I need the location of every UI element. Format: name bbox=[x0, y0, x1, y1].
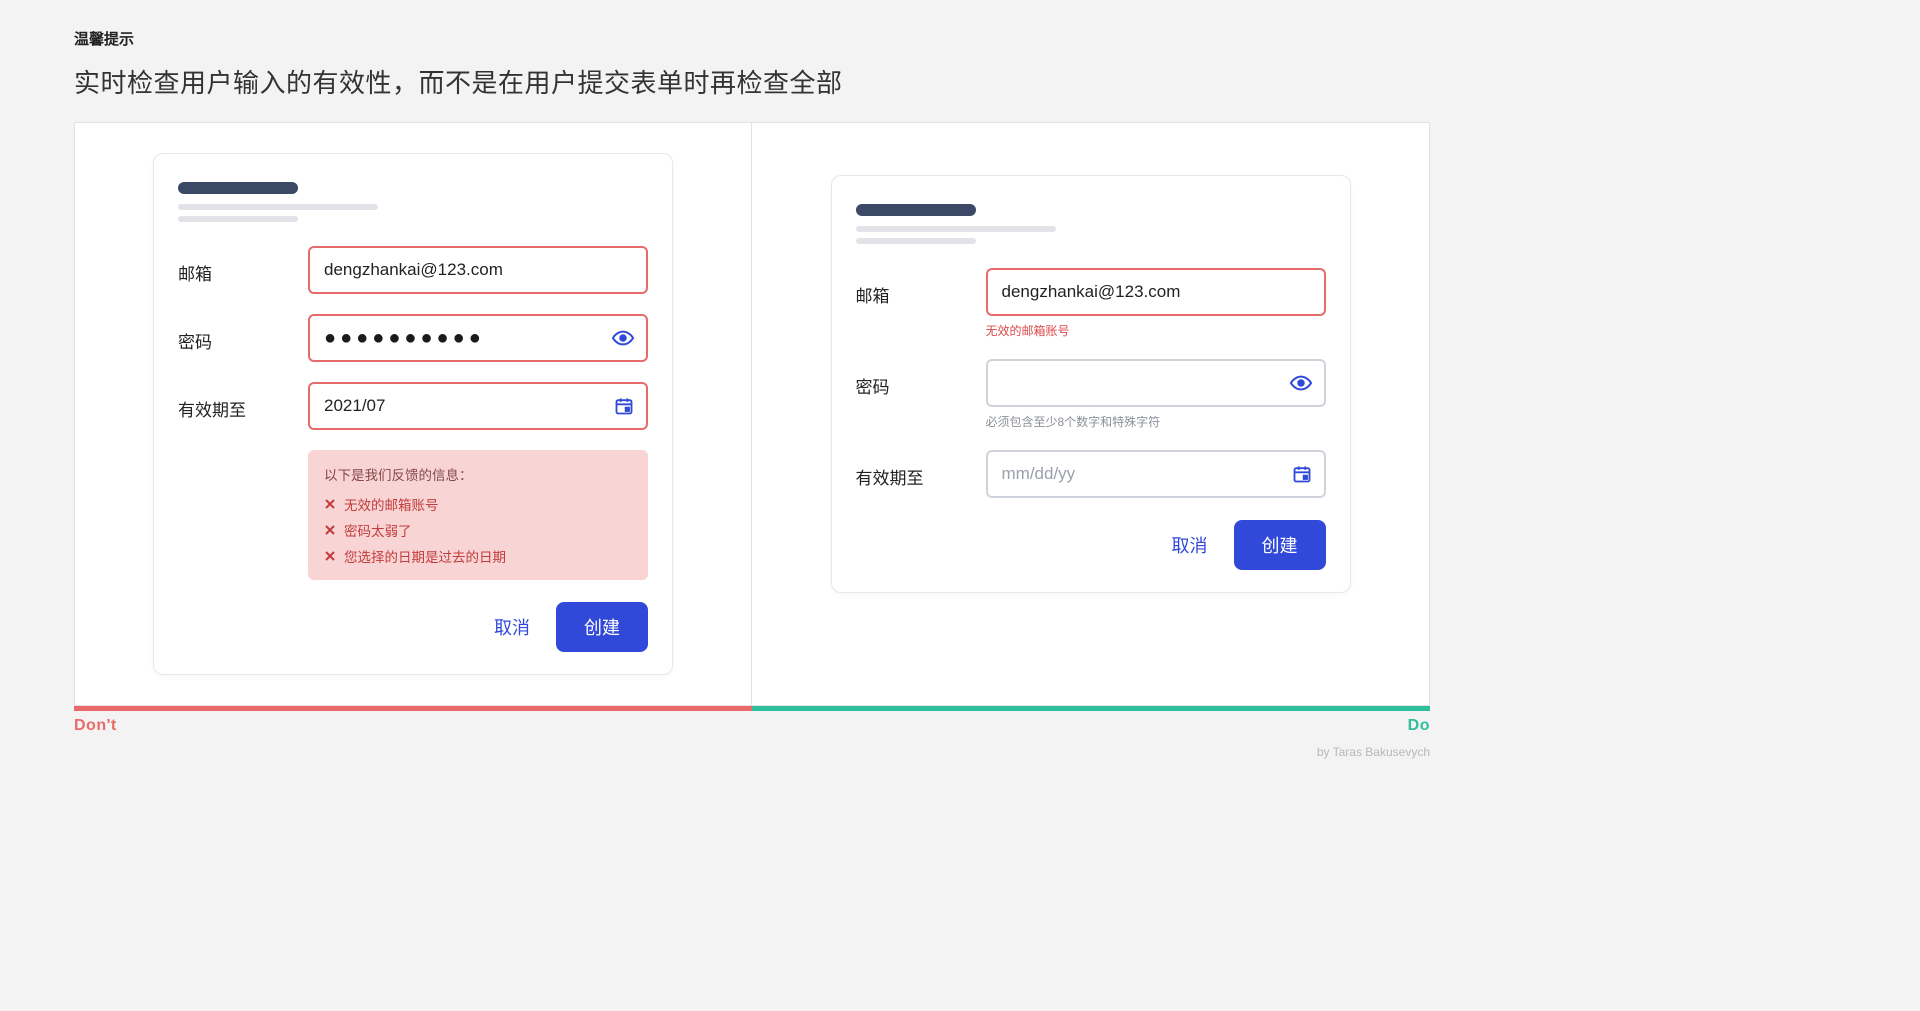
password-label: 密码 bbox=[856, 359, 986, 398]
dont-underline bbox=[74, 706, 752, 711]
error-summary-item: 无效的邮箱账号 bbox=[324, 494, 632, 514]
error-summary-item: 密码太弱了 bbox=[324, 520, 632, 540]
cancel-button[interactable]: 取消 bbox=[1172, 532, 1208, 558]
do-panel: 邮箱 dengzhankai@123.com 无效的邮箱账号 密码 bbox=[752, 123, 1429, 705]
expiry-value: 2021/07 bbox=[324, 396, 385, 416]
eye-icon[interactable] bbox=[1290, 372, 1312, 394]
tip-label: 温馨提示 bbox=[74, 28, 1430, 49]
expiry-label: 有效期至 bbox=[178, 382, 308, 421]
password-value-masked: ●●●●●●●●●● bbox=[324, 327, 485, 350]
error-text: 无效的邮箱账号 bbox=[344, 494, 439, 514]
dont-panel: 邮箱 dengzhankai@123.com 密码 ●●●●●●●●●● bbox=[75, 123, 752, 705]
calendar-icon[interactable] bbox=[614, 396, 634, 416]
create-button[interactable]: 创建 bbox=[556, 602, 648, 652]
create-button[interactable]: 创建 bbox=[1234, 520, 1326, 570]
calendar-icon[interactable] bbox=[1292, 464, 1312, 484]
comparison-container: 邮箱 dengzhankai@123.com 密码 ●●●●●●●●●● bbox=[74, 122, 1430, 706]
email-inline-error: 无效的邮箱账号 bbox=[986, 322, 1326, 339]
do-form-card: 邮箱 dengzhankai@123.com 无效的邮箱账号 密码 bbox=[831, 175, 1351, 593]
eye-icon[interactable] bbox=[612, 327, 634, 349]
password-label: 密码 bbox=[178, 314, 308, 353]
legend-dont: Don't bbox=[74, 717, 117, 735]
card-title-placeholder bbox=[856, 204, 976, 216]
do-underline bbox=[752, 706, 1430, 711]
card-title-placeholder bbox=[178, 182, 298, 194]
error-summary-title: 以下是我们反馈的信息： bbox=[324, 464, 632, 484]
error-summary-item: 您选择的日期是过去的日期 bbox=[324, 546, 632, 566]
dont-form-card: 邮箱 dengzhankai@123.com 密码 ●●●●●●●●●● bbox=[153, 153, 673, 675]
cancel-button[interactable]: 取消 bbox=[494, 614, 530, 640]
error-text: 您选择的日期是过去的日期 bbox=[344, 546, 506, 566]
legend-bars bbox=[74, 706, 1430, 711]
card-subtitle-placeholder bbox=[856, 226, 1326, 244]
expiry-label: 有效期至 bbox=[856, 450, 986, 489]
error-summary-box: 以下是我们反馈的信息： 无效的邮箱账号 密码太弱了 您选择的日期是过去的日期 bbox=[308, 450, 648, 580]
expiry-placeholder: mm/dd/yy bbox=[1002, 464, 1076, 484]
email-value: dengzhankai@123.com bbox=[324, 260, 503, 280]
email-label: 邮箱 bbox=[856, 268, 986, 307]
legend-do: Do bbox=[1408, 717, 1430, 735]
password-field[interactable] bbox=[986, 359, 1326, 407]
email-field[interactable]: dengzhankai@123.com bbox=[308, 246, 648, 294]
expiry-field[interactable]: mm/dd/yy bbox=[986, 450, 1326, 498]
page-heading: 实时检查用户输入的有效性，而不是在用户提交表单时再检查全部 bbox=[74, 63, 1430, 100]
email-value: dengzhankai@123.com bbox=[1002, 282, 1181, 302]
password-helper-text: 必须包含至少8个数字和特殊字符 bbox=[986, 413, 1326, 430]
expiry-field[interactable]: 2021/07 bbox=[308, 382, 648, 430]
card-subtitle-placeholder bbox=[178, 204, 648, 222]
email-field[interactable]: dengzhankai@123.com bbox=[986, 268, 1326, 316]
error-text: 密码太弱了 bbox=[344, 520, 412, 540]
email-label: 邮箱 bbox=[178, 246, 308, 285]
byline: by Taras Bakusevych bbox=[74, 745, 1430, 759]
password-field[interactable]: ●●●●●●●●●● bbox=[308, 314, 648, 362]
